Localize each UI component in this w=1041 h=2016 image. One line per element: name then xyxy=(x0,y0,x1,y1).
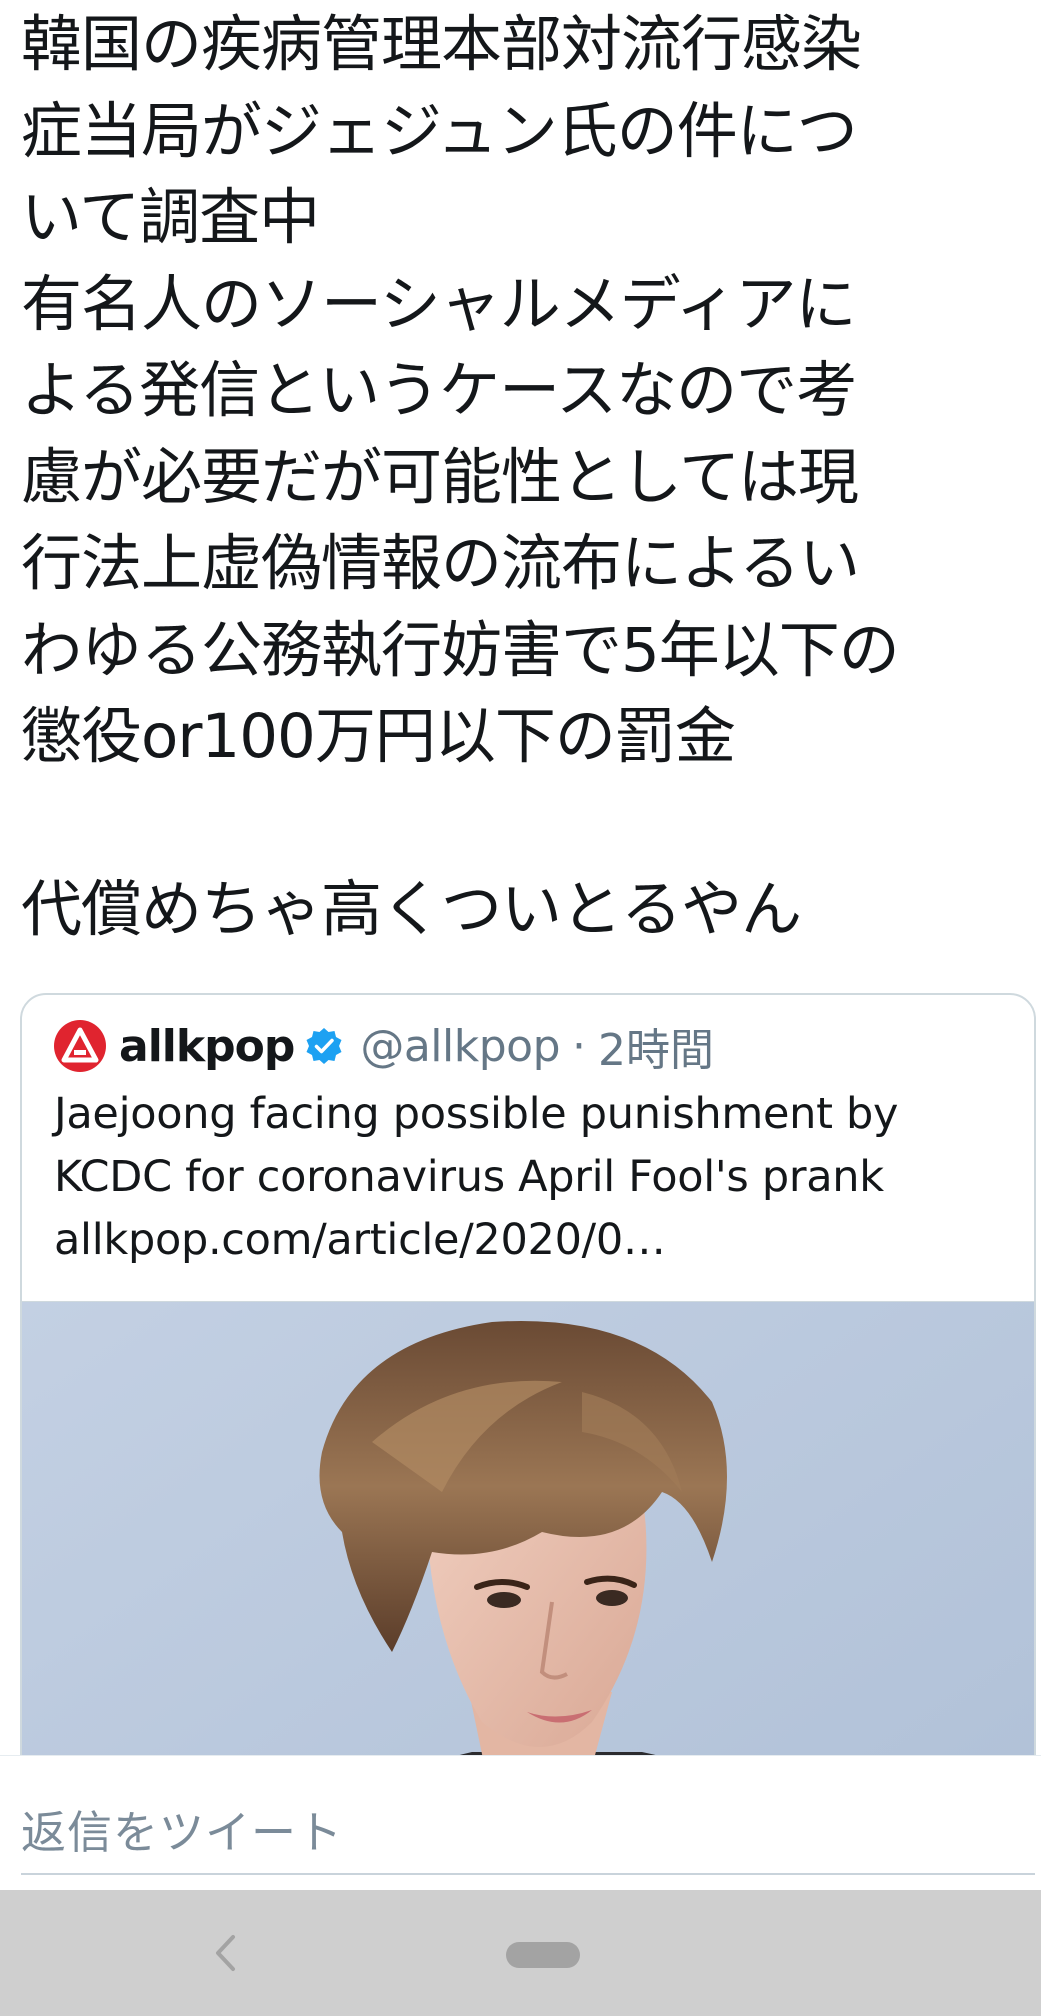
reply-compose-bar[interactable]: 返信をツイート xyxy=(0,1755,1041,1890)
quoted-tweet-header: allkpop @allkpop · 2時間 xyxy=(54,1014,714,1078)
tweet-line: わゆる公務執行妨害で5年以下の xyxy=(21,614,900,686)
verified-badge-icon xyxy=(306,1028,342,1064)
quoted-account-name[interactable]: allkpop xyxy=(119,1021,295,1072)
quoted-tweet-time[interactable]: 2時間 xyxy=(598,1014,714,1078)
tweet-line: 有名人のソーシャルメディアに xyxy=(21,268,857,340)
back-chevron-icon[interactable] xyxy=(210,1930,240,1976)
allkpop-logo-icon[interactable] xyxy=(54,1020,106,1072)
reply-underline xyxy=(21,1873,1035,1875)
quoted-text-line: KCDC for coronavirus April Fool's prank xyxy=(54,1152,884,1202)
quoted-link[interactable]: allkpop.com/article/2020/0… xyxy=(54,1209,1014,1272)
home-pill-icon[interactable] xyxy=(506,1942,580,1968)
quoted-account-handle[interactable]: @allkpop xyxy=(360,1021,560,1072)
tweet-comment: 代償めちゃ高くついとるやん xyxy=(21,873,802,945)
tweet-screen: 韓国の疾病管理本部対流行感染 症当局がジェジュン氏の件につ いて調査中 有名人の… xyxy=(0,0,1041,2016)
quoted-text-line: Jaejoong facing possible punishment by xyxy=(54,1089,899,1139)
system-navigation-bar xyxy=(0,1890,1041,2016)
tweet-line: 慮が必要だが可能性としては現 xyxy=(21,441,859,513)
quoted-tweet-text: Jaejoong facing possible punishment by K… xyxy=(54,1083,1014,1272)
tweet-line: 症当局がジェジュン氏の件につ xyxy=(21,95,858,167)
tweet-line: 韓国の疾病管理本部対流行感染 xyxy=(21,9,862,80)
tweet-line: よる発信というケースなので考 xyxy=(21,355,857,426)
tweet-line: 行法上虚偽情報の流布によるい xyxy=(21,528,860,599)
tweet-body: 韓国の疾病管理本部対流行感染 症当局がジェジュン氏の件につ いて調査中 有名人の… xyxy=(21,2,1021,953)
header-separator: · xyxy=(572,1020,587,1072)
tweet-line: 懲役or100万円以下の罰金 xyxy=(21,701,736,772)
reply-input[interactable]: 返信をツイート xyxy=(21,1796,343,1861)
tweet-line: いて調査中 xyxy=(21,182,320,253)
